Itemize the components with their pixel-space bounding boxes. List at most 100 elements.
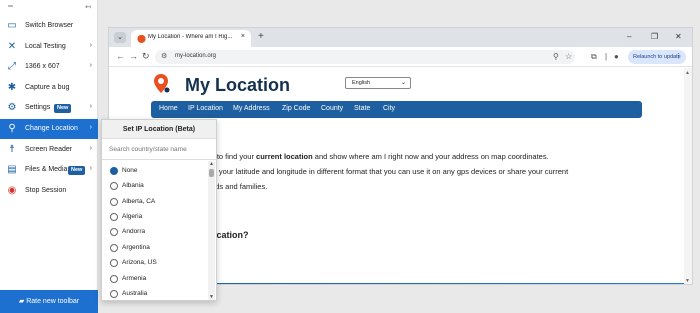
radio[interactable] — [110, 259, 118, 267]
extensions-icon[interactable]: ⧉ — [591, 51, 597, 62]
rate-button-label: Rate new toolbar — [26, 298, 80, 305]
forward-icon[interactable]: → — [129, 51, 138, 62]
sidebar-item-switch-browser[interactable]: ▭ Switch Browser — [0, 16, 98, 36]
location-option[interactable]: Argentina — [102, 241, 208, 256]
location-option[interactable]: Armenia — [102, 272, 208, 287]
chevron-right-icon: › — [89, 165, 92, 172]
nav-item-ip-location[interactable]: IP Location — [188, 105, 223, 112]
resolution-icon: ⤢ — [8, 61, 16, 72]
back-icon[interactable]: ← — [116, 51, 125, 62]
nav-item-county[interactable]: County — [321, 105, 343, 112]
reload-icon[interactable]: ↻ — [142, 51, 150, 62]
nav-item-home[interactable]: Home — [159, 105, 178, 112]
bug-icon: ✱ — [7, 82, 17, 93]
url-text: my-location.org — [175, 53, 217, 59]
browser-toolbar: ← → ↻ ⚙ my-location.org ⚲ ☆ ⧉ | ● Relaun… — [109, 47, 692, 67]
sidebar-item-label: Change Location — [25, 125, 78, 132]
ip-location-panel: Set IP Location (Beta) None Albania Albe… — [101, 119, 217, 301]
sidebar-item-change-location[interactable]: ⚲ Change Location › — [0, 119, 98, 139]
sidebar-item-stop-session[interactable]: ◉ Stop Session — [0, 181, 98, 201]
tab-close-icon[interactable]: × — [241, 33, 245, 40]
site-title: My Location — [185, 75, 291, 95]
active-tab[interactable]: ⬤ My Location - Where am I Rig... × — [131, 30, 251, 47]
nav-item-zip-code[interactable]: Zip Code — [282, 105, 310, 112]
location-search-input[interactable] — [102, 139, 216, 160]
sidebar-item-resolution[interactable]: ⤢ 1366 x 607 › — [0, 57, 98, 77]
location-pin-icon: ⚲ — [8, 123, 16, 134]
chevron-right-icon: › — [89, 62, 92, 69]
location-option[interactable]: Arizona, US — [102, 256, 208, 271]
rate-toolbar-button[interactable]: ▰ Rate new toolbar — [0, 290, 98, 313]
location-option[interactable]: Andorra — [102, 225, 208, 240]
close-window-button[interactable]: ✕ — [675, 32, 682, 42]
tab-title: My Location - Where am I Rig... — [148, 34, 233, 40]
radio[interactable] — [110, 244, 118, 252]
language-value: English — [352, 80, 371, 86]
scroll-thumb[interactable] — [209, 169, 214, 177]
toolbar-header: ═ ↤ — [0, 0, 97, 14]
address-bar[interactable]: ⚙ my-location.org ⚲ ☆ — [155, 50, 575, 64]
option-label: Argentina — [122, 244, 150, 251]
sidebar-item-label: 1366 x 607 — [25, 63, 60, 70]
radio[interactable] — [110, 182, 118, 190]
site-info-icon[interactable]: ⚙ — [161, 52, 167, 60]
nav-item-city[interactable]: City — [383, 105, 395, 112]
new-badge: New — [68, 166, 86, 175]
session-toolbar: ═ ↤ ▭ Switch Browser ✕ Local Testing › ⤢… — [0, 0, 98, 313]
sidebar-item-local-testing[interactable]: ✕ Local Testing › — [0, 37, 98, 57]
scroll-down-icon[interactable]: ▼ — [209, 294, 214, 300]
sidebar-item-label: Switch Browser — [25, 22, 74, 29]
maximize-button[interactable]: ❐ — [651, 32, 658, 42]
radio[interactable] — [110, 213, 118, 221]
location-option[interactable]: None — [102, 164, 208, 179]
new-tab-button[interactable]: + — [258, 31, 264, 43]
sidebar-item-label: Capture a bug — [25, 84, 70, 91]
location-option[interactable]: Albania — [102, 179, 208, 194]
stop-icon: ◉ — [7, 185, 17, 196]
favicon-pin-icon: ⬤ — [137, 34, 146, 43]
sidebar-item-capture-bug[interactable]: ✱ Capture a bug — [0, 78, 98, 98]
drag-handle-icon[interactable]: ═ — [8, 3, 13, 10]
intro-line-1: y to find your current location and show… — [211, 152, 549, 161]
location-option[interactable]: Algeria — [102, 210, 208, 225]
minimize-button[interactable]: – — [627, 32, 631, 42]
radio[interactable] — [110, 198, 118, 206]
sidebar-item-settings[interactable]: ⚙ Settings New › — [0, 98, 98, 118]
intro-line-2: ip your latitude and longitude in differ… — [211, 167, 569, 176]
bookmark-star-icon[interactable]: ☆ — [565, 51, 572, 62]
option-label: Alberta, CA — [122, 198, 156, 205]
chevron-right-icon: › — [89, 103, 92, 110]
scroll-down-icon[interactable]: ▼ — [685, 278, 690, 284]
language-select[interactable]: English ⌄ — [345, 77, 411, 89]
location-option[interactable]: Alberta, CA — [102, 195, 208, 210]
profile-icon[interactable]: ● — [614, 51, 619, 62]
sidebar-item-screen-reader[interactable]: ☨ Screen Reader › — [0, 140, 98, 160]
relaunch-button[interactable]: Relaunch to update ⋮ — [628, 50, 686, 64]
location-option[interactable]: Australia — [102, 287, 208, 300]
nav-item-my-address[interactable]: My Address — [233, 105, 270, 112]
scroll-up-icon[interactable]: ▲ — [685, 70, 690, 76]
sidebar-item-files-media[interactable]: ▤ Files & Media New › — [0, 160, 98, 180]
page-scrollbar[interactable]: ▲ ▼ — [684, 68, 692, 284]
tab-strip: ⌄ ⬤ My Location - Where am I Rig... × + … — [109, 28, 692, 47]
tab-search-icon[interactable]: ⌄ — [114, 32, 126, 43]
nav-item-state[interactable]: State — [354, 105, 370, 112]
more-menu-icon[interactable]: ⋮ — [675, 50, 682, 64]
scroll-up-icon[interactable]: ▲ — [209, 161, 214, 167]
panel-scrollbar[interactable]: ▲ ▼ — [208, 161, 215, 300]
radio[interactable] — [110, 228, 118, 236]
logo-pin-icon — [154, 74, 170, 93]
sidebar-item-label: Settings — [25, 104, 51, 111]
sidebar-item-label: Local Testing — [25, 43, 66, 50]
local-testing-icon: ✕ — [7, 41, 17, 52]
sidebar-item-label: Files & Media — [25, 166, 68, 173]
option-label: Albania — [122, 182, 144, 189]
accessibility-icon: ☨ — [9, 144, 15, 155]
panel-title: Set IP Location (Beta) — [102, 120, 216, 139]
radio[interactable] — [110, 275, 118, 283]
radio[interactable] — [110, 290, 118, 298]
location-icon[interactable]: ⚲ — [553, 51, 559, 62]
collapse-icon[interactable]: ↤ — [85, 3, 91, 11]
chat-icon: ▰ — [18, 298, 25, 305]
radio-selected[interactable] — [110, 167, 118, 175]
